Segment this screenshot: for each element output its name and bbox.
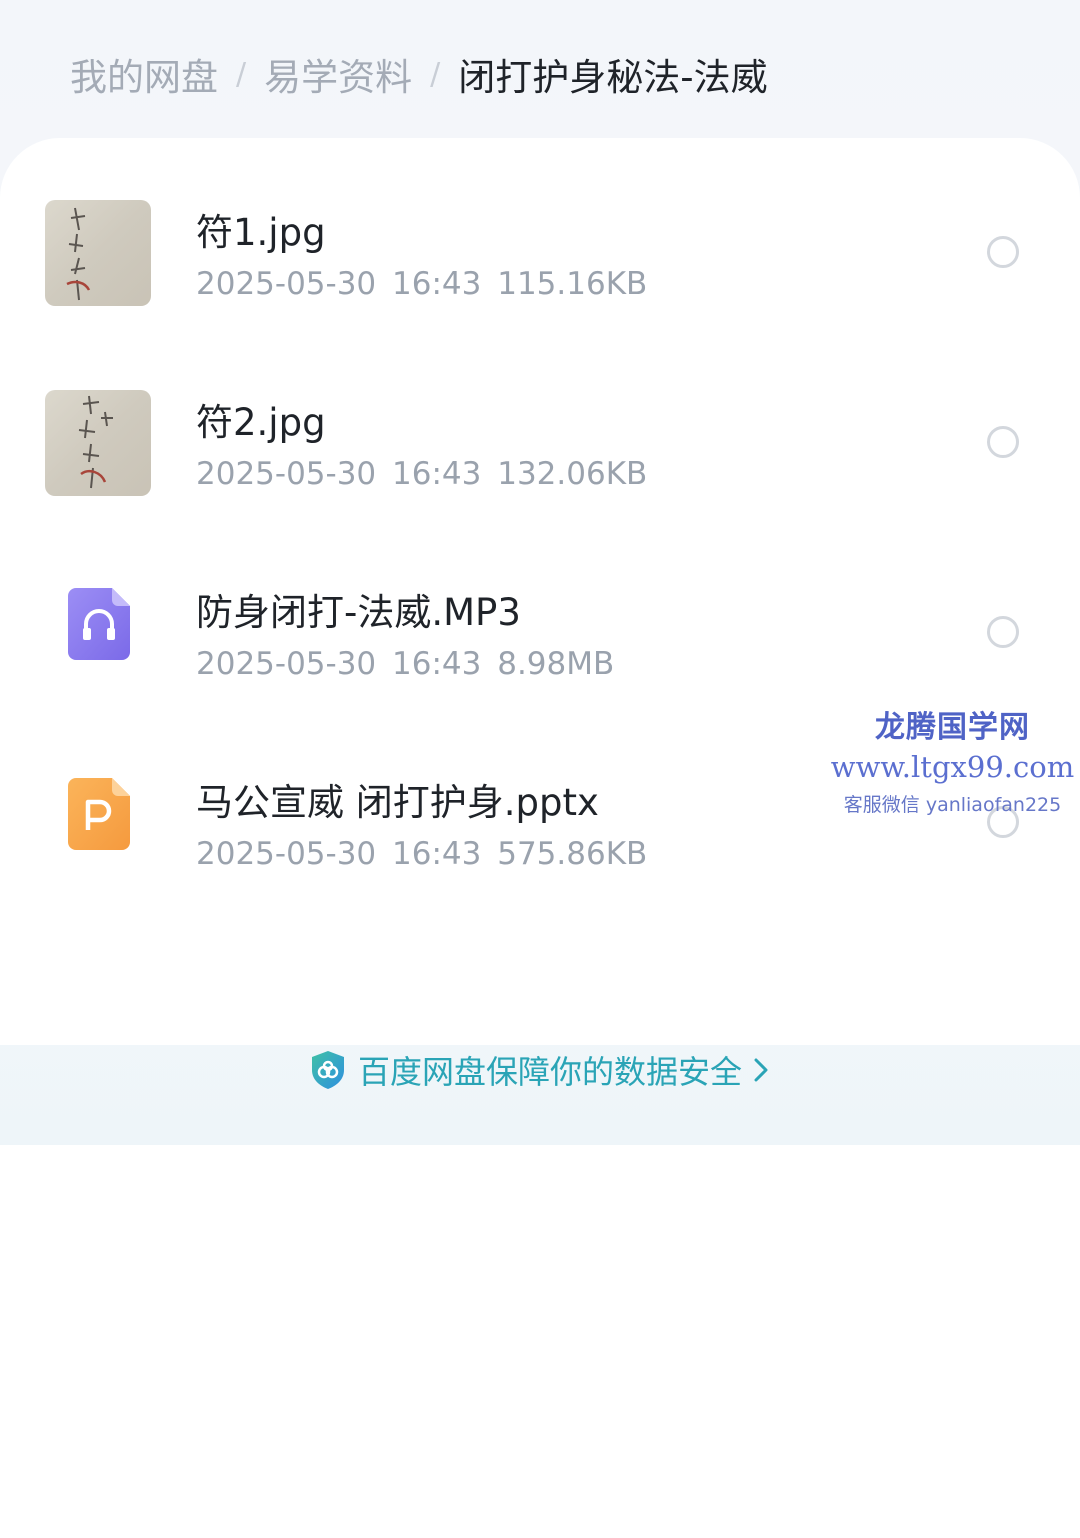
select-radio[interactable] [987, 236, 1019, 268]
watermark-title: 龙腾国学网 [875, 710, 1030, 745]
file-meta: 2025-05-30 16:43 132.06KB [196, 456, 647, 492]
chevron-right-icon [752, 1055, 770, 1085]
file-size: 8.98MB [497, 646, 615, 682]
file-name: 符1.jpg [196, 211, 326, 254]
breadcrumb-my-disk[interactable]: 我的网盘 [70, 47, 218, 101]
file-time: 16:43 [392, 266, 482, 302]
file-date: 2025-05-30 [196, 266, 377, 302]
file-name: 符2.jpg [196, 401, 326, 444]
file-size: 115.16KB [497, 266, 648, 302]
file-time: 16:43 [392, 646, 482, 682]
file-meta: 2025-05-30 16:43 115.16KB [196, 266, 647, 302]
audio-file-icon [68, 588, 130, 660]
breadcrumb-current-folder: 闭打护身秘法-法威 [458, 56, 768, 99]
breadcrumb-separator: / [430, 56, 441, 92]
select-radio[interactable] [987, 426, 1019, 458]
watermark-url: www.ltgx99.com [830, 750, 1075, 784]
file-row[interactable]: 防身闭打-法威.MP3 2025-05-30 16:43 8.98MB [0, 518, 1080, 708]
breadcrumb: 我的网盘 / 易学资料 / 闭打护身秘法-法威 [70, 46, 768, 102]
breadcrumb-yixue[interactable]: 易学资料 [264, 47, 412, 101]
file-date: 2025-05-30 [196, 836, 377, 872]
file-name: 防身闭打-法威.MP3 [196, 591, 521, 634]
file-time: 16:43 [392, 836, 482, 872]
security-text[interactable]: 百度网盘保障你的数据安全 [358, 1047, 742, 1093]
security-banner[interactable]: 百度网盘保障你的数据安全 [0, 1040, 1080, 1100]
file-size: 132.06KB [497, 456, 648, 492]
file-time: 16:43 [392, 456, 482, 492]
file-meta: 2025-05-30 16:43 8.98MB [196, 646, 614, 682]
file-date: 2025-05-30 [196, 456, 377, 492]
breadcrumb-separator: / [236, 56, 247, 92]
file-size: 575.86KB [497, 836, 648, 872]
watermark-contact: 客服微信 yanliaofan225 [843, 794, 1062, 816]
file-row[interactable]: 符2.jpg 2025-05-30 16:43 132.06KB [0, 328, 1080, 518]
image-thumbnail [45, 200, 151, 306]
file-meta: 2025-05-30 16:43 575.86KB [196, 836, 647, 872]
file-row[interactable]: 符1.jpg 2025-05-30 16:43 115.16KB [0, 138, 1080, 328]
shield-icon [310, 1050, 346, 1090]
file-name: 马公宣威 闭打护身.pptx [196, 781, 599, 824]
watermark: 龙腾国学网 www.ltgx99.com 客服微信 yanliaofan225 [830, 702, 1075, 817]
file-date: 2025-05-30 [196, 646, 377, 682]
image-thumbnail [45, 390, 151, 496]
select-radio[interactable] [987, 616, 1019, 648]
ppt-file-icon [68, 778, 130, 850]
